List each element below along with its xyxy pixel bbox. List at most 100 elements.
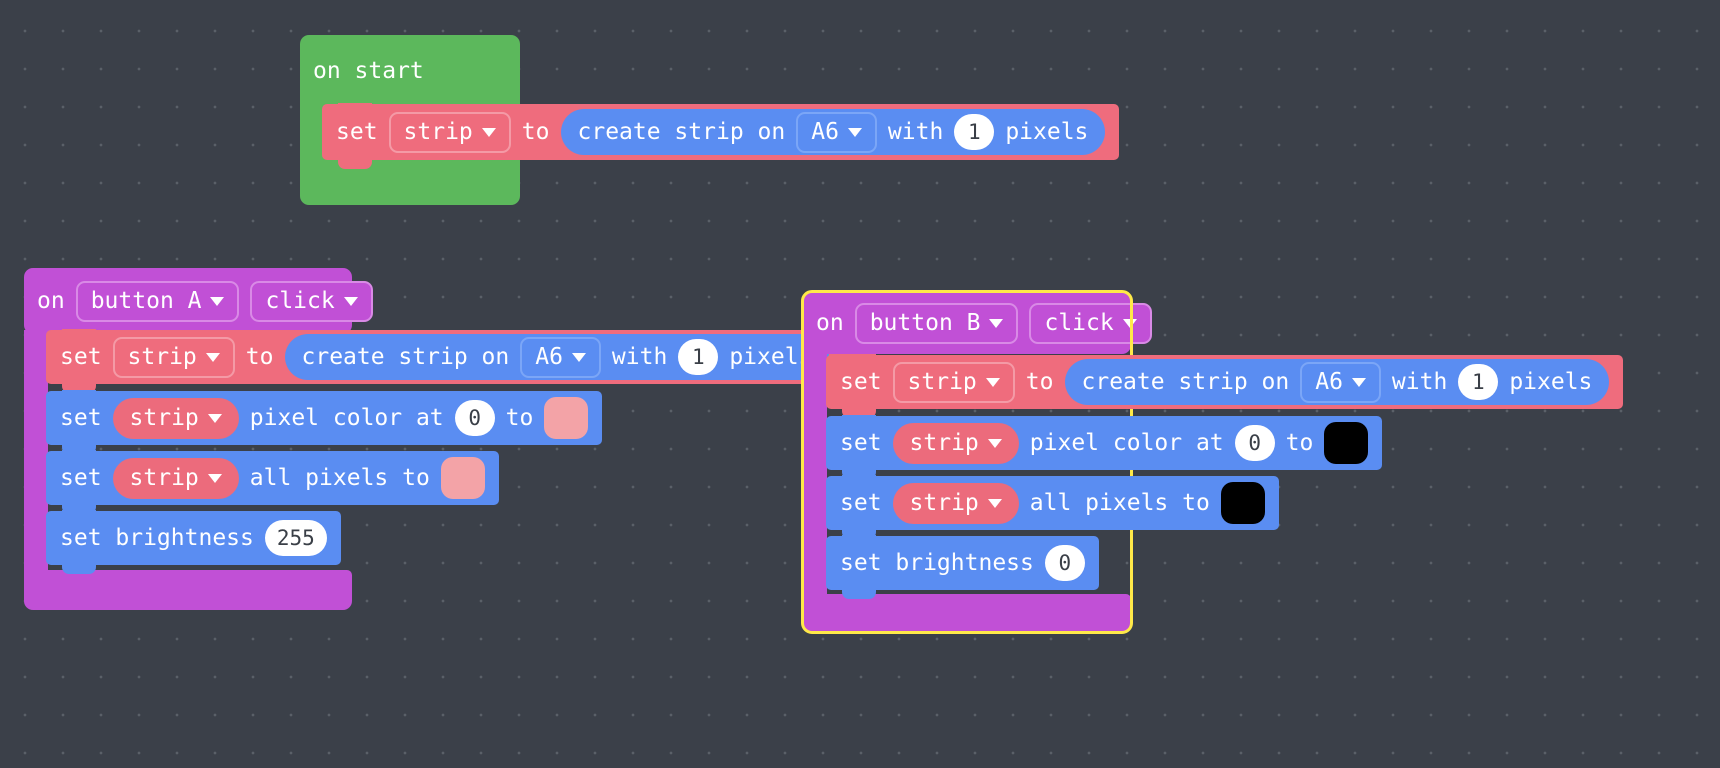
pixel-color-at-label: pixel color at bbox=[249, 404, 444, 431]
pixel-count-field[interactable]: 1 bbox=[954, 114, 995, 150]
pixel-color-at-label: pixel color at bbox=[1029, 429, 1224, 456]
color-swatch[interactable] bbox=[1324, 422, 1369, 464]
all-pixels-to-label: all pixels to bbox=[249, 464, 430, 491]
set-label: set bbox=[336, 118, 378, 145]
on-button-a-body-foot bbox=[24, 570, 352, 610]
event-source-value: button A bbox=[90, 287, 202, 314]
chevron-down-icon bbox=[481, 127, 496, 137]
set-pixel-color-row[interactable]: set strip pixel color at 0 to bbox=[46, 390, 603, 454]
with-label: with bbox=[887, 118, 944, 145]
on-button-a-hat-block[interactable]: on button A click bbox=[24, 268, 373, 334]
with-label: with bbox=[611, 343, 668, 370]
set-variable-row[interactable]: set strip to create strip on A6 with 1 p… bbox=[826, 354, 1624, 418]
set-brightness-row[interactable]: set brightness 255 bbox=[46, 510, 341, 574]
on-button-b-header: on button B click bbox=[803, 292, 1152, 354]
set-all-pixels-row[interactable]: set strip all pixels to bbox=[46, 450, 499, 514]
event-type-dropdown[interactable]: click bbox=[1029, 302, 1152, 344]
chevron-down-icon bbox=[987, 438, 1002, 448]
variable-dropdown-strip[interactable]: strip bbox=[112, 457, 239, 499]
chevron-down-icon bbox=[985, 377, 1000, 387]
chevron-down-icon bbox=[343, 296, 358, 306]
create-strip-reporter[interactable]: create strip on A6 with 1 pixels bbox=[284, 334, 830, 380]
variable-name: strip bbox=[129, 464, 199, 491]
to-label: to bbox=[521, 118, 550, 145]
color-swatch[interactable] bbox=[440, 457, 485, 499]
variable-name: strip bbox=[129, 404, 199, 431]
on-label: on bbox=[816, 309, 844, 336]
on-button-b-hat-block[interactable]: on button B click bbox=[803, 292, 1152, 354]
variable-name: strip bbox=[909, 429, 979, 456]
on-button-a-header: on button A click bbox=[24, 268, 373, 334]
set-brightness-label: set brightness bbox=[840, 549, 1034, 576]
set-label: set bbox=[60, 343, 102, 370]
color-swatch[interactable] bbox=[1220, 482, 1265, 524]
variable-dropdown-strip[interactable]: strip bbox=[112, 397, 239, 439]
set-variable-row[interactable]: set strip to create strip on A6 with 1 p… bbox=[46, 329, 844, 393]
event-type-value: click bbox=[265, 287, 335, 314]
create-strip-label: create strip on bbox=[301, 343, 510, 370]
create-strip-reporter[interactable]: create strip on A6 with 1 pixels bbox=[1064, 359, 1610, 405]
on-start-header: on start bbox=[300, 35, 520, 107]
create-strip-label: create strip on bbox=[1081, 368, 1290, 395]
pixel-index-field[interactable]: 0 bbox=[454, 400, 495, 436]
to-label: to bbox=[505, 404, 534, 431]
pin-dropdown[interactable]: A6 bbox=[520, 336, 601, 378]
to-label: to bbox=[1025, 368, 1054, 395]
event-source-dropdown[interactable]: button B bbox=[854, 302, 1019, 344]
pin-value: A6 bbox=[1315, 368, 1343, 395]
chevron-down-icon bbox=[205, 352, 220, 362]
set-label: set bbox=[840, 368, 882, 395]
all-pixels-to-label: all pixels to bbox=[1029, 489, 1210, 516]
set-label: set bbox=[840, 489, 882, 516]
pixels-label: pixels bbox=[1005, 118, 1089, 145]
chevron-down-icon bbox=[207, 473, 222, 483]
variable-dropdown-strip[interactable]: strip bbox=[892, 361, 1015, 403]
create-strip-reporter[interactable]: create strip on A6 with 1 pixels bbox=[560, 109, 1106, 155]
chevron-down-icon bbox=[571, 352, 586, 362]
pin-value: A6 bbox=[535, 343, 563, 370]
set-label: set bbox=[60, 464, 102, 491]
set-variable-row[interactable]: set strip to create strip on A6 with 1 p… bbox=[322, 103, 1120, 169]
set-label: set bbox=[60, 404, 102, 431]
event-source-value: button B bbox=[869, 309, 981, 336]
event-type-dropdown[interactable]: click bbox=[250, 280, 373, 322]
pin-dropdown[interactable]: A6 bbox=[1300, 361, 1381, 403]
brightness-field[interactable]: 255 bbox=[264, 520, 327, 556]
blocks-workspace[interactable]: on start set strip to create strip on A6… bbox=[0, 0, 1720, 768]
variable-name: strip bbox=[909, 489, 979, 516]
chevron-down-icon bbox=[989, 318, 1004, 328]
pixels-label: pixels bbox=[1509, 368, 1593, 395]
variable-name: strip bbox=[403, 118, 473, 145]
brightness-field[interactable]: 0 bbox=[1044, 545, 1085, 581]
chevron-down-icon bbox=[1351, 377, 1366, 387]
variable-dropdown-strip[interactable]: strip bbox=[892, 482, 1019, 524]
event-type-value: click bbox=[1044, 309, 1114, 336]
pixel-count-field[interactable]: 1 bbox=[678, 339, 719, 375]
pixels-label: pixels bbox=[729, 343, 813, 370]
variable-dropdown-strip[interactable]: strip bbox=[388, 111, 511, 153]
pixel-index-field[interactable]: 0 bbox=[1234, 425, 1275, 461]
color-swatch[interactable] bbox=[544, 397, 589, 439]
variable-dropdown-strip[interactable]: strip bbox=[112, 336, 235, 378]
set-label: set bbox=[840, 429, 882, 456]
on-button-a-body-spine bbox=[24, 330, 48, 572]
on-button-b-body-spine bbox=[803, 350, 827, 596]
pin-dropdown[interactable]: A6 bbox=[796, 111, 877, 153]
create-strip-label: create strip on bbox=[577, 118, 786, 145]
set-brightness-row[interactable]: set brightness 0 bbox=[826, 535, 1099, 599]
event-source-dropdown[interactable]: button A bbox=[75, 280, 240, 322]
chevron-down-icon bbox=[210, 296, 225, 306]
variable-name: strip bbox=[127, 343, 197, 370]
set-pixel-color-row[interactable]: set strip pixel color at 0 to bbox=[826, 415, 1383, 479]
on-start-label: on start bbox=[313, 57, 424, 84]
chevron-down-icon bbox=[207, 413, 222, 423]
set-brightness-label: set brightness bbox=[60, 524, 254, 551]
pin-value: A6 bbox=[811, 118, 839, 145]
set-all-pixels-row[interactable]: set strip all pixels to bbox=[826, 475, 1279, 539]
to-label: to bbox=[1285, 429, 1314, 456]
with-label: with bbox=[1391, 368, 1448, 395]
variable-dropdown-strip[interactable]: strip bbox=[892, 422, 1019, 464]
chevron-down-icon bbox=[847, 127, 862, 137]
on-label: on bbox=[37, 287, 65, 314]
pixel-count-field[interactable]: 1 bbox=[1458, 364, 1499, 400]
